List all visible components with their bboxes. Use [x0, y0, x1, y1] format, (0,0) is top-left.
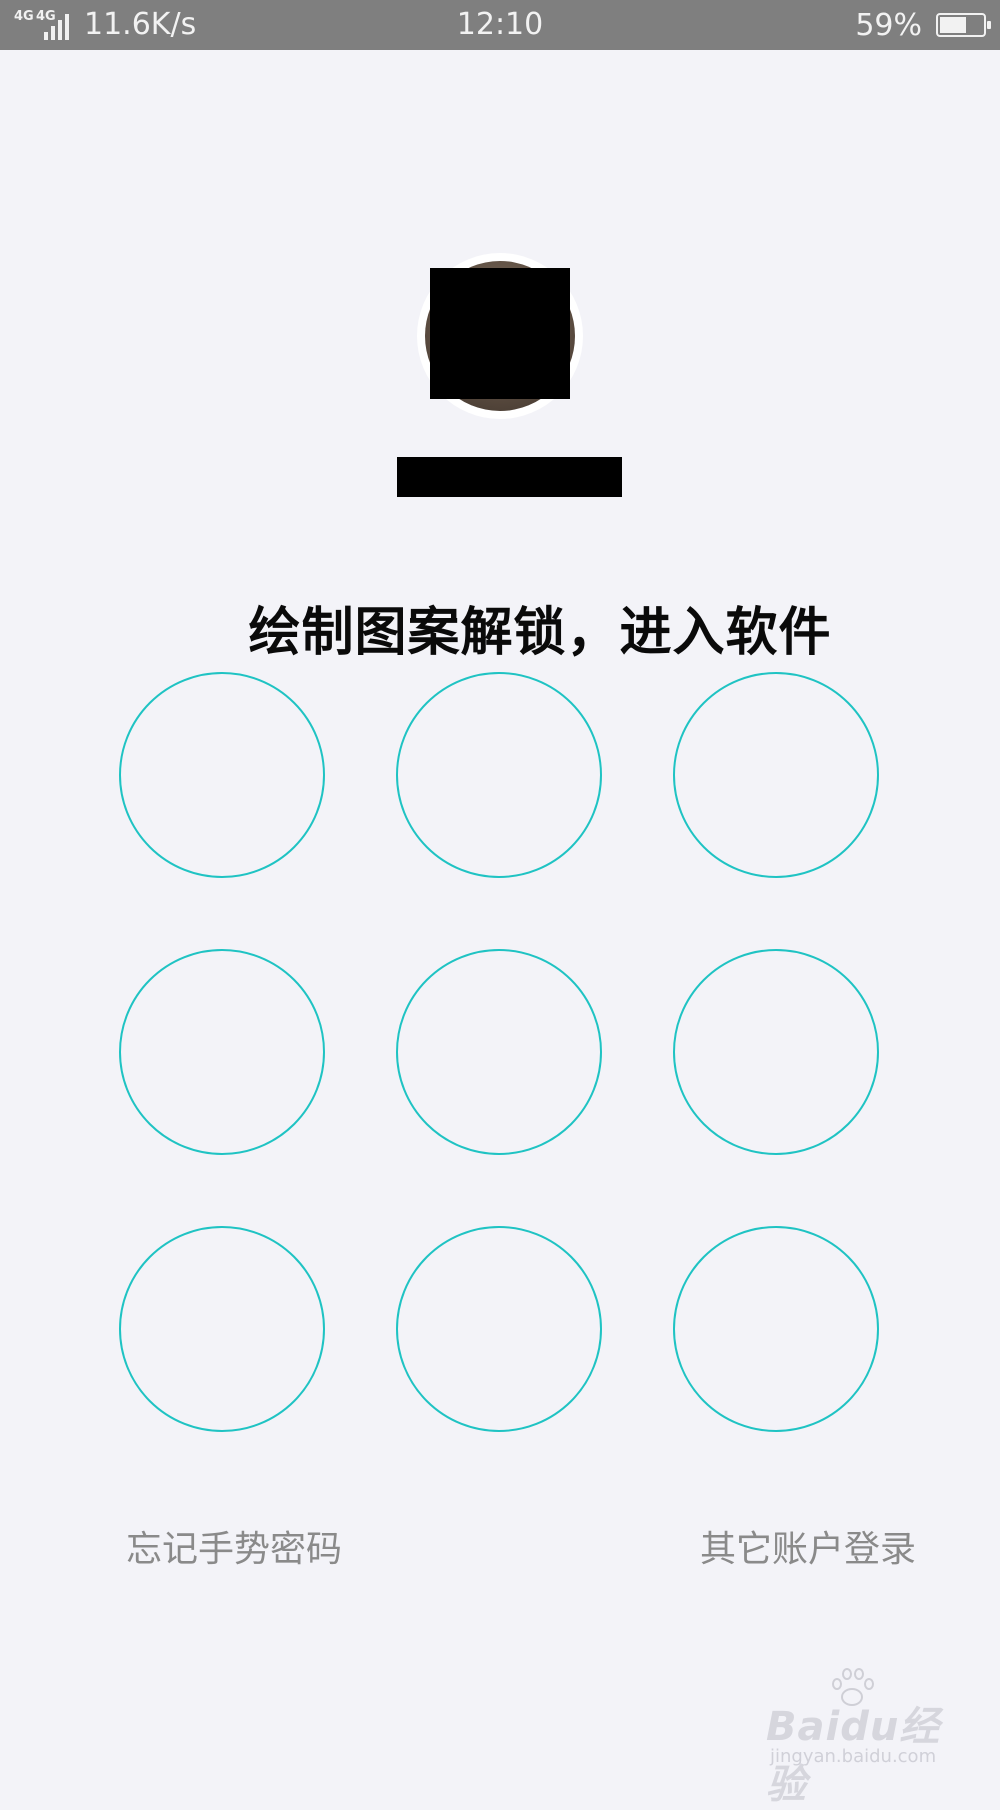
unlock-prompt: 绘制图案解锁，进入软件: [248, 603, 832, 663]
battery-percent: 59%: [855, 7, 922, 43]
avatar-redaction: [430, 268, 570, 399]
pattern-dot-2[interactable]: [396, 672, 602, 878]
pattern-dot-6[interactable]: [673, 949, 879, 1155]
pattern-dot-7[interactable]: [119, 1226, 325, 1432]
pattern-dot-5[interactable]: [396, 949, 602, 1155]
username-redaction: [397, 457, 622, 497]
watermark-url: jingyan.baidu.com: [770, 1746, 937, 1767]
forgot-pattern-link[interactable]: 忘记手势密码: [126, 1525, 342, 1575]
status-bar: 4G 4G 11.6K/s 12:10 59%: [0, 0, 1000, 50]
other-account-login-link[interactable]: 其它账户登录: [700, 1525, 916, 1575]
pattern-dot-8[interactable]: [396, 1226, 602, 1432]
battery-icon: [936, 13, 991, 37]
pattern-dot-3[interactable]: [673, 672, 879, 878]
pattern-dot-4[interactable]: [119, 949, 325, 1155]
pattern-dot-1[interactable]: [119, 672, 325, 878]
clock: 12:10: [456, 7, 544, 42]
pattern-dot-9[interactable]: [673, 1226, 879, 1432]
status-right: 59%: [855, 7, 991, 43]
baidu-watermark: Baidu经验 jingyan.baidu.com: [766, 1668, 946, 1808]
